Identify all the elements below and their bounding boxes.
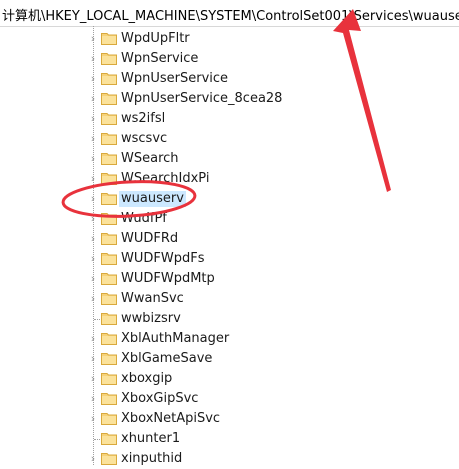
- folder-icon: [101, 73, 117, 85]
- tree-node[interactable]: › WUDFWpdFs: [0, 249, 459, 269]
- expand-chevron-icon[interactable]: ›: [88, 252, 98, 266]
- folder-icon: [101, 133, 117, 145]
- tree-node-label[interactable]: WpnService: [119, 51, 200, 67]
- expand-chevron-icon[interactable]: ›: [88, 192, 98, 206]
- tree-node-label[interactable]: XboxNetApiSvc: [119, 411, 222, 427]
- tree-node[interactable]: › WSearch: [0, 149, 459, 169]
- registry-tree[interactable]: › WpdUpFltr › WpnService › WpnUserService › Wpn…: [0, 26, 459, 466]
- tree-node[interactable]: xhunter1: [0, 429, 459, 449]
- tree-node[interactable]: › WUDFWpdMtp: [0, 269, 459, 289]
- tree-node-label[interactable]: WudfPf: [119, 211, 169, 227]
- tree-node[interactable]: › WSearchIdxPi: [0, 169, 459, 189]
- folder-icon: [101, 33, 117, 45]
- tree-node[interactable]: › ws2ifsl: [0, 109, 459, 129]
- tree-node[interactable]: › XblGameSave: [0, 349, 459, 369]
- tree-node[interactable]: › XblAuthManager: [0, 329, 459, 349]
- tree-node[interactable]: › WUDFRd: [0, 229, 459, 249]
- folder-icon: [101, 273, 117, 285]
- tree-connector-line: [94, 439, 100, 440]
- expand-chevron-icon[interactable]: ›: [88, 352, 98, 366]
- expand-chevron-icon[interactable]: ›: [88, 332, 98, 346]
- tree-node[interactable]: wwbizsrv: [0, 309, 459, 329]
- tree-node[interactable]: › xinputhid: [0, 449, 459, 469]
- tree-node-label[interactable]: wwbizsrv: [119, 311, 183, 327]
- folder-icon: [101, 53, 117, 65]
- tree-node-label[interactable]: WpdUpFltr: [119, 31, 192, 47]
- expand-chevron-icon[interactable]: ›: [88, 52, 98, 66]
- tree-node-label[interactable]: WUDFRd: [119, 231, 180, 247]
- expand-chevron-icon[interactable]: ›: [88, 112, 98, 126]
- address-path[interactable]: 计算机\HKEY_LOCAL_MACHINE\SYSTEM\ControlSet…: [2, 5, 459, 24]
- tree-node-label[interactable]: XblAuthManager: [119, 331, 231, 347]
- folder-icon: [101, 173, 117, 185]
- folder-icon: [101, 233, 117, 245]
- tree-node[interactable]: › XboxNetApiSvc: [0, 409, 459, 429]
- folder-icon: [101, 193, 117, 205]
- tree-node[interactable]: › WpnUserService_8cea28: [0, 89, 459, 109]
- expand-chevron-icon[interactable]: ›: [88, 132, 98, 146]
- tree-node-label[interactable]: WSearchIdxPi: [119, 171, 211, 187]
- folder-icon: [101, 393, 117, 405]
- folder-icon: [101, 313, 117, 325]
- folder-icon: [101, 433, 117, 445]
- expand-chevron-icon[interactable]: ›: [88, 72, 98, 86]
- tree-node-label[interactable]: WwanSvc: [119, 291, 186, 307]
- tree-node[interactable]: › WwanSvc: [0, 289, 459, 309]
- expand-chevron-icon[interactable]: ›: [88, 392, 98, 406]
- tree-node-label[interactable]: wuauserv: [119, 191, 186, 207]
- folder-icon: [101, 213, 117, 225]
- folder-icon: [101, 333, 117, 345]
- tree-node-label[interactable]: WSearch: [119, 151, 181, 167]
- expand-chevron-icon[interactable]: ›: [88, 272, 98, 286]
- expand-chevron-icon[interactable]: ›: [88, 92, 98, 106]
- folder-icon: [101, 413, 117, 425]
- expand-chevron-icon[interactable]: ›: [88, 372, 98, 386]
- tree-node[interactable]: › WpnService: [0, 49, 459, 69]
- tree-connector-line: [94, 319, 100, 320]
- tree-node[interactable]: › wuauserv: [0, 189, 459, 209]
- expand-chevron-icon[interactable]: ›: [88, 32, 98, 46]
- folder-icon: [101, 353, 117, 365]
- tree-node-label[interactable]: xboxgip: [119, 371, 174, 387]
- tree-node[interactable]: › WpnUserService: [0, 69, 459, 89]
- tree-node[interactable]: › xboxgip: [0, 369, 459, 389]
- expand-chevron-icon[interactable]: ›: [88, 212, 98, 226]
- expand-chevron-icon[interactable]: ›: [88, 172, 98, 186]
- expand-chevron-icon[interactable]: ›: [88, 292, 98, 306]
- tree-node[interactable]: › WudfPf: [0, 209, 459, 229]
- tree-node[interactable]: › WpdUpFltr: [0, 29, 459, 49]
- tree-node-label[interactable]: ws2ifsl: [119, 111, 167, 127]
- folder-icon: [101, 293, 117, 305]
- folder-icon: [101, 373, 117, 385]
- tree-node-label[interactable]: xhunter1: [119, 431, 182, 447]
- address-bar[interactable]: 计算机\HKEY_LOCAL_MACHINE\SYSTEM\ControlSet…: [0, 0, 459, 27]
- folder-icon: [101, 453, 117, 465]
- expand-chevron-icon[interactable]: ›: [88, 152, 98, 166]
- folder-icon: [101, 153, 117, 165]
- tree-node-label[interactable]: WUDFWpdFs: [119, 251, 206, 267]
- tree-node-label[interactable]: WUDFWpdMtp: [119, 271, 217, 287]
- tree-node-label[interactable]: WpnUserService: [119, 71, 230, 87]
- expand-chevron-icon[interactable]: ›: [88, 452, 98, 466]
- folder-icon: [101, 113, 117, 125]
- folder-icon: [101, 253, 117, 265]
- folder-icon: [101, 93, 117, 105]
- tree-node-label[interactable]: XblGameSave: [119, 351, 214, 367]
- expand-chevron-icon[interactable]: ›: [88, 232, 98, 246]
- tree-node[interactable]: › wscsvc: [0, 129, 459, 149]
- tree-node-label[interactable]: wscsvc: [119, 131, 169, 147]
- expand-chevron-icon[interactable]: ›: [88, 412, 98, 426]
- tree-node-label[interactable]: WpnUserService_8cea28: [119, 91, 284, 107]
- tree-node[interactable]: › XboxGipSvc: [0, 389, 459, 409]
- tree-node-label[interactable]: XboxGipSvc: [119, 391, 200, 407]
